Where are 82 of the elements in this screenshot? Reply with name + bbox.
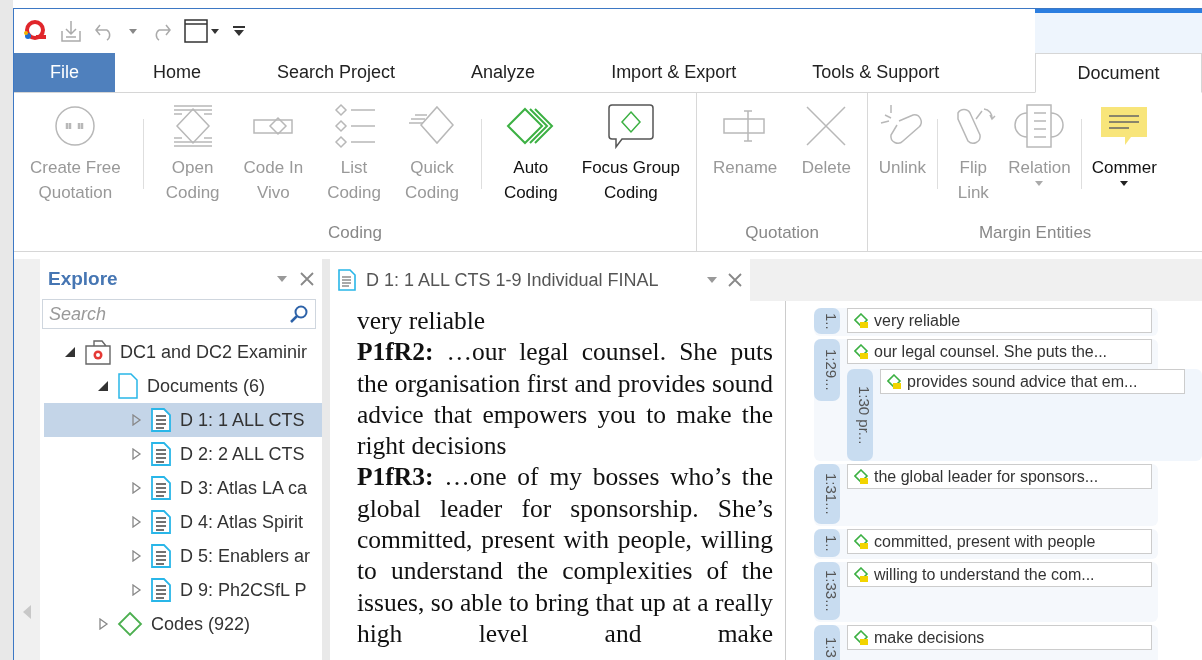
- close-icon[interactable]: [300, 272, 314, 286]
- code-diamond-icon: [117, 611, 143, 637]
- ribbon-tab[interactable]: Document: [1035, 53, 1202, 93]
- close-icon[interactable]: [728, 273, 742, 287]
- quote-icon: [854, 312, 870, 329]
- collapsed-icon[interactable]: [130, 516, 142, 528]
- quotation-range-label[interactable]: 1:31...: [814, 464, 840, 524]
- group-label: Margin Entities: [977, 222, 1093, 244]
- quotation-item[interactable]: make decisions: [847, 625, 1152, 650]
- document-icon: [338, 269, 356, 291]
- quotation-item[interactable]: willing to understand the com...: [847, 562, 1152, 587]
- project-icon: [84, 338, 112, 366]
- tree-item[interactable]: D 3: Atlas LA ca: [44, 471, 322, 505]
- expanded-icon[interactable]: [64, 346, 76, 358]
- quote-icon: [854, 468, 870, 485]
- document-tab[interactable]: D 1: 1 ALL CTS 1-9 Individual FINAL: [330, 259, 750, 301]
- tree-item[interactable]: D 4: Atlas Spirit: [44, 505, 322, 539]
- collapsed-icon[interactable]: [130, 584, 142, 596]
- dropdown-icon[interactable]: [276, 275, 288, 283]
- paragraph: very reliable: [357, 305, 487, 337]
- quotation-item[interactable]: the global leader for sponsors...: [847, 464, 1152, 489]
- quotation-range-label[interactable]: 1:30 pr...: [847, 369, 873, 461]
- document-icon: [150, 407, 172, 433]
- folder-document-icon: [117, 372, 139, 400]
- tree-item[interactable]: D 9: Ph2CSfL P: [44, 573, 322, 607]
- group-label: Coding: [327, 222, 383, 244]
- quote-icon: [854, 566, 870, 583]
- ribbon-button[interactable]: Auto Coding: [491, 97, 570, 217]
- quotation-range-label[interactable]: 1:3: [814, 625, 840, 660]
- tree-item[interactable]: DC1 and DC2 Examinir: [44, 335, 322, 369]
- tree-item[interactable]: D 5: Enablers ar: [44, 539, 322, 573]
- document-icon: [150, 475, 172, 501]
- quotation-item[interactable]: committed, present with people: [847, 529, 1152, 554]
- ribbon-tab[interactable]: File: [14, 53, 115, 92]
- ribbon-tab[interactable]: Analyze: [433, 53, 574, 92]
- quotation-range-label[interactable]: 1:29...: [814, 339, 840, 401]
- ribbon-tab[interactable]: Search Project: [239, 53, 434, 92]
- save-icon[interactable]: [60, 19, 82, 43]
- collapsed-icon[interactable]: [97, 618, 109, 630]
- tree-item[interactable]: D 1: 1 ALL CTS: [44, 403, 322, 437]
- tree-item[interactable]: D 2: 2 ALL CTS: [44, 437, 322, 471]
- collapsed-icon[interactable]: [130, 482, 142, 494]
- quote-icon: [854, 629, 870, 646]
- document-icon: [150, 441, 172, 467]
- expanded-icon[interactable]: [97, 380, 109, 392]
- document-icon: [150, 577, 172, 603]
- tree-item[interactable]: Codes (922): [44, 607, 322, 641]
- quotation-range-label[interactable]: 1..: [814, 308, 840, 334]
- collapsed-icon[interactable]: [130, 448, 142, 460]
- panel-title: Explore: [48, 268, 119, 290]
- ribbon-button[interactable]: Commer: [1086, 97, 1162, 217]
- quotation-item[interactable]: very reliable: [847, 308, 1152, 333]
- ribbon-tab[interactable]: Home: [115, 53, 239, 92]
- ribbon-button[interactable]: Focus Group Coding: [569, 97, 692, 217]
- group-label: Quotation: [744, 222, 820, 244]
- caret-icon: [1119, 180, 1130, 187]
- collapsed-icon[interactable]: [130, 414, 142, 426]
- window-layout-icon[interactable]: [184, 19, 220, 43]
- ribbon-tab[interactable]: Import & Export: [573, 53, 775, 92]
- collapsed-icon[interactable]: [130, 550, 142, 562]
- quote-icon: [887, 373, 903, 390]
- search-field[interactable]: Search: [42, 299, 316, 329]
- search-icon[interactable]: [289, 304, 309, 324]
- paragraph: P1fR3: …one of my bosses who’s the global leader for sponsorship. She’s committed, present with people, willing to understand the complexities of the issues, so able to bring that up at a really high level and make: [357, 461, 773, 650]
- relation-list-icon: [1014, 101, 1065, 151]
- caret-icon[interactable]: [128, 27, 138, 35]
- quote-icon: [854, 533, 870, 550]
- speech-diamond-icon: [605, 101, 656, 151]
- quotation-item[interactable]: provides sound advice that em...: [880, 369, 1185, 394]
- quote-icon: [854, 343, 870, 360]
- caret-icon: [1034, 180, 1045, 187]
- document-icon: [150, 543, 172, 569]
- quotation-item[interactable]: our legal counsel. She puts the...: [847, 339, 1152, 364]
- app-logo-icon[interactable]: [22, 19, 48, 43]
- customize-icon[interactable]: [232, 24, 246, 38]
- quotation-range-label[interactable]: 1:33...: [814, 562, 840, 620]
- ribbon-tab[interactable]: Tools & Support: [774, 53, 978, 92]
- document-icon: [150, 509, 172, 535]
- dropdown-icon[interactable]: [706, 276, 718, 284]
- tree-item[interactable]: Documents (6): [44, 369, 322, 403]
- paragraph: P1fR2: …our legal counsel. She puts the organisation first and provides sound advice that empowers you to make the right decisions: [357, 336, 773, 462]
- quotation-range-label[interactable]: 1..: [814, 529, 840, 557]
